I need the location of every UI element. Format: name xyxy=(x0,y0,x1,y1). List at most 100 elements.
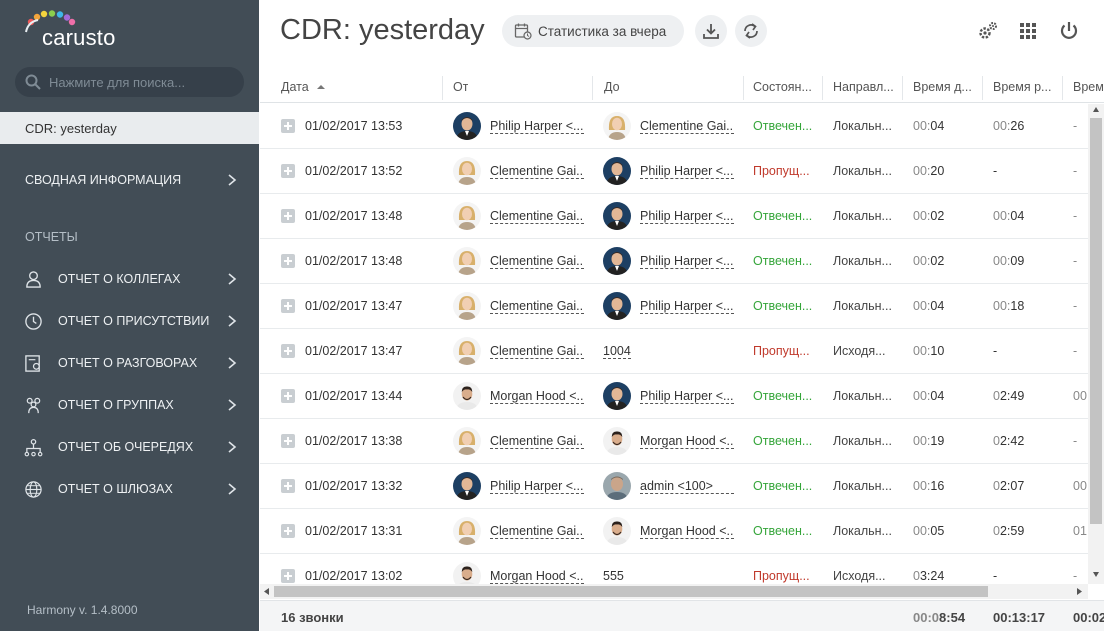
column-header-status[interactable]: Состоян... xyxy=(753,80,812,94)
callee-name-link[interactable]: Morgan Hood <... xyxy=(640,524,734,539)
callee-name-link[interactable]: Clementine Gai... xyxy=(640,119,734,134)
horizontal-scroll-thumb[interactable] xyxy=(274,586,988,597)
callee-name-link[interactable]: Philip Harper <... xyxy=(640,389,734,404)
talk-time-prefix: 00: xyxy=(993,254,1011,268)
call-direction: Локальн... xyxy=(833,119,892,133)
table-row[interactable]: 01/02/2017 13:48 Clementine Gai... Philip … xyxy=(260,239,1088,284)
table-row[interactable]: 01/02/2017 13:32 Philip Harper <... admin … xyxy=(260,464,1088,509)
expand-row-icon[interactable] xyxy=(281,569,295,583)
vertical-scroll-thumb[interactable] xyxy=(1090,118,1102,524)
caller-name-link[interactable]: Clementine Gai... xyxy=(490,209,584,224)
sidebar-item-groups-report[interactable]: ОТЧЕТ О ГРУППАХ xyxy=(0,385,259,425)
caller-name-link[interactable]: Clementine Gai... xyxy=(490,299,584,314)
caller-name-link[interactable]: Clementine Gai... xyxy=(490,524,584,539)
sidebar-item-queues-report[interactable]: ОТЧЕТ ОБ ОЧЕРЕДЯХ xyxy=(0,427,259,467)
expand-row-icon[interactable] xyxy=(281,344,295,358)
settings-gears-icon[interactable] xyxy=(977,20,999,42)
column-header-to[interactable]: До xyxy=(604,80,620,94)
download-button[interactable] xyxy=(695,15,727,47)
column-header-duration[interactable]: Время д... xyxy=(913,80,972,94)
table-row[interactable]: 01/02/2017 13:44 Morgan Hood <... Philip H… xyxy=(260,374,1088,419)
talk-time: - xyxy=(993,344,997,358)
reports-section-title: ОТЧЕТЫ xyxy=(25,230,78,244)
caller-name-link[interactable]: Morgan Hood <... xyxy=(490,389,584,404)
callee-name-link[interactable]: Philip Harper <... xyxy=(640,209,734,224)
search-input[interactable] xyxy=(49,74,229,90)
callee-name-link[interactable]: Morgan Hood <... xyxy=(640,434,734,449)
logo-text: carusto xyxy=(42,25,116,50)
column-header-date[interactable]: Дата xyxy=(281,80,326,94)
talk-time-prefix: 0 xyxy=(993,389,1000,403)
scroll-right-arrow-icon[interactable] xyxy=(1075,587,1083,596)
expand-row-icon[interactable] xyxy=(281,389,295,403)
column-header-talk-time[interactable]: Время р... xyxy=(993,80,1051,94)
callee-avatar xyxy=(603,517,631,545)
expand-row-icon[interactable] xyxy=(281,254,295,268)
extra-time: 00 xyxy=(1073,389,1087,403)
caller-name-link[interactable]: Clementine Gai... xyxy=(490,254,584,269)
table-row[interactable]: 01/02/2017 13:48 Clementine Gai... Philip … xyxy=(260,194,1088,239)
apps-grid-icon[interactable] xyxy=(1017,20,1039,42)
scroll-down-arrow-icon[interactable] xyxy=(1092,570,1100,578)
column-divider xyxy=(902,76,903,100)
vertical-scrollbar[interactable] xyxy=(1088,104,1104,584)
scroll-left-arrow-icon[interactable] xyxy=(263,587,271,596)
refresh-button[interactable] xyxy=(735,15,767,47)
yesterday-stats-button[interactable]: Статистика за вчера xyxy=(502,15,684,47)
sidebar-item-cdr-yesterday[interactable]: CDR: yesterday xyxy=(0,112,259,144)
expand-row-icon[interactable] xyxy=(281,209,295,223)
table-row[interactable]: 01/02/2017 13:31 Clementine Gai... Morgan … xyxy=(260,509,1088,554)
sidebar-item-presence-report[interactable]: ОТЧЕТ О ПРИСУТСТВИИ xyxy=(0,301,259,341)
scroll-up-arrow-icon[interactable] xyxy=(1092,106,1100,114)
version-label: Harmony v. 1.4.8000 xyxy=(27,603,138,617)
expand-row-icon[interactable] xyxy=(281,524,295,538)
row-date: 01/02/2017 13:47 xyxy=(305,299,403,313)
caller-name-link[interactable]: Clementine Gai... xyxy=(490,344,584,359)
callee-name-link[interactable]: Philip Harper <... xyxy=(640,299,734,314)
table-footer-summary: 16 звонки 00:08:54 00:13:17 00:02 xyxy=(260,600,1104,631)
call-duration: 00:16 xyxy=(913,479,944,493)
table-row[interactable]: 01/02/2017 13:02 Morgan Hood <... 555 Пропу… xyxy=(260,554,1088,584)
callee-name-link[interactable]: Philip Harper <... xyxy=(640,164,734,179)
column-divider xyxy=(592,76,593,100)
callee-name-link[interactable]: admin <100> xyxy=(640,479,734,494)
expand-row-icon[interactable] xyxy=(281,479,295,493)
talk-time: 02:49 xyxy=(993,389,1024,403)
power-icon[interactable] xyxy=(1058,20,1080,42)
callee-name-link[interactable]: Philip Harper <... xyxy=(640,254,734,269)
table-row[interactable]: 01/02/2017 13:38 Clementine Gai... Morgan … xyxy=(260,419,1088,464)
sidebar-item-summary[interactable]: СВОДНАЯ ИНФОРМАЦИЯ xyxy=(25,173,181,187)
row-date: 01/02/2017 13:48 xyxy=(305,254,403,268)
expand-row-icon[interactable] xyxy=(281,434,295,448)
sidebar-item-gateways-report[interactable]: ОТЧЕТ О ШЛЮЗАХ xyxy=(0,469,259,509)
column-header-direction[interactable]: Направл... xyxy=(833,80,894,94)
call-duration-value: 04 xyxy=(930,119,945,133)
caller-name-link[interactable]: Philip Harper <... xyxy=(490,479,584,494)
table-row[interactable]: 01/02/2017 13:47 Clementine Gai... Philip … xyxy=(260,284,1088,329)
expand-row-icon[interactable] xyxy=(281,164,295,178)
call-duration: 00:02 xyxy=(913,209,944,223)
calendar-stats-icon xyxy=(514,23,532,40)
search-box[interactable] xyxy=(15,67,244,97)
expand-row-icon[interactable] xyxy=(281,119,295,133)
column-header-from[interactable]: От xyxy=(453,80,468,94)
caller-name-link[interactable]: Morgan Hood <... xyxy=(490,569,584,584)
call-duration-prefix: 0 xyxy=(913,569,920,583)
talk-time: 02:07 xyxy=(993,479,1024,493)
table-row[interactable]: 01/02/2017 13:53 Philip Harper <... Clemen… xyxy=(260,104,1088,149)
call-direction: Локальн... xyxy=(833,209,892,223)
expand-row-icon[interactable] xyxy=(281,299,295,313)
talk-time-prefix: 0 xyxy=(993,434,1000,448)
extra-time: - xyxy=(1073,299,1078,313)
caller-name-link[interactable]: Philip Harper <... xyxy=(490,119,584,134)
caller-name-link[interactable]: Clementine Gai... xyxy=(490,434,584,449)
table-row[interactable]: 01/02/2017 13:47 Clementine Gai... 1004 Про… xyxy=(260,329,1088,374)
callee-number-link[interactable]: 1004 xyxy=(603,344,631,359)
sidebar-item-colleagues-report[interactable]: ОТЧЕТ О КОЛЛЕГАХ xyxy=(0,259,259,299)
horizontal-scrollbar[interactable] xyxy=(260,584,1088,599)
talk-time-value: 2:42 xyxy=(999,434,1025,448)
table-row[interactable]: 01/02/2017 13:52 Clementine Gai... Philip … xyxy=(260,149,1088,194)
column-header-more[interactable]: Врем xyxy=(1073,80,1104,94)
sidebar-item-conversations-report[interactable]: ОТЧЕТ О РАЗГОВОРАХ xyxy=(0,343,259,383)
caller-name-link[interactable]: Clementine Gai... xyxy=(490,164,584,179)
